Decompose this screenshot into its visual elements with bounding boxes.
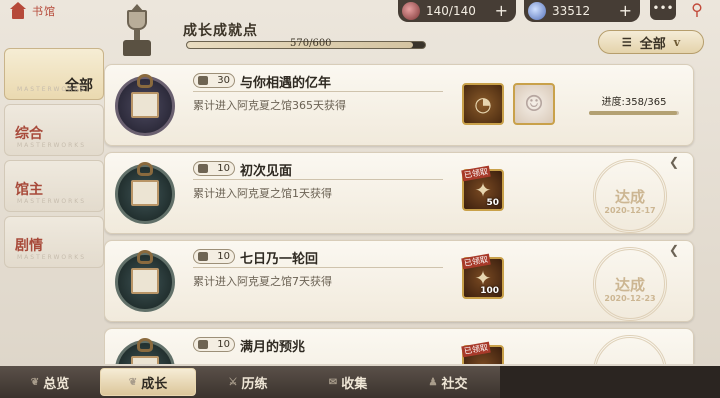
stamina-value: 140/140	[426, 4, 476, 18]
reward-item[interactable]: ◔	[462, 83, 504, 125]
home-label: 书馆	[32, 5, 56, 18]
sidebar-item-label: 馆主	[15, 182, 43, 198]
completed-stamp	[593, 335, 667, 364]
envelope-icon: ✉	[328, 376, 338, 388]
achievement-points: 10	[193, 161, 235, 176]
achievement-description: 累计进入阿克夏之馆7天获得	[193, 275, 332, 288]
achievement-medal-icon	[109, 70, 181, 142]
achievement-description: 累计进入阿克夏之馆365天获得	[193, 99, 346, 112]
progress-bar	[589, 111, 679, 115]
points-icon	[198, 340, 208, 349]
achievement-points: 30	[193, 73, 235, 88]
chat-icon[interactable]: •••	[650, 0, 676, 20]
share-icon[interactable]: ❮	[669, 243, 679, 257]
achievement-card[interactable]: 30 与你相遇的亿年 累计进入阿克夏之馆365天获得 ◔ ☺ 进度:358/36…	[104, 64, 694, 146]
filter-label: 全部	[639, 36, 666, 52]
compass-icon: ◔	[474, 92, 492, 116]
tab-label: 成长	[141, 376, 168, 392]
sidebar-watermark: MASTERWORKS	[17, 142, 87, 149]
completed-stamp: 达成 2020-12-23	[593, 247, 667, 321]
reward-item[interactable]: ✦ 已领取 100	[461, 253, 504, 299]
achievement-medal-icon	[109, 334, 181, 364]
growth-points: 570/600	[290, 38, 332, 49]
sidebar-watermark: MASTERWORKS	[17, 198, 87, 205]
achievement-title: 满月的预兆	[240, 340, 306, 355]
sidebar-watermark: MASTERWORKS	[17, 86, 87, 93]
trophy-icon	[117, 4, 157, 58]
achievement-card[interactable]: 10 初次见面 累计进入阿克夏之馆1天获得 ✦ 已领取 50 达成 2020-1…	[104, 152, 694, 234]
points-icon	[198, 76, 208, 85]
social-icon: ♟	[428, 376, 438, 388]
stamina-counter: 140/140 +	[398, 0, 516, 22]
tab-growth[interactable]: ❦ 成长	[100, 368, 196, 396]
reward-quantity: 100	[480, 286, 499, 296]
achievement-title: 七日乃一轮回	[240, 252, 319, 267]
stamina-icon	[402, 2, 420, 20]
sidebar-item-all[interactable]: 全部 MASTERWORKS	[4, 48, 104, 100]
tab-experience[interactable]: ⚔ 历练	[200, 368, 296, 396]
achievement-progress: 进度:358/365	[589, 93, 679, 115]
home-icon	[8, 2, 28, 20]
sword-icon: ⚔	[228, 376, 238, 388]
gem-value: 33512	[552, 4, 591, 18]
bottom-nav-filler	[500, 366, 720, 398]
sidebar-item-label: 剧情	[15, 238, 43, 254]
stamp-title: 达成	[614, 188, 645, 206]
growth-title: 成长成就点	[183, 23, 258, 39]
sidebar-item-story[interactable]: 剧情 MASTERWORKS	[4, 216, 104, 268]
achievement-medal-icon	[109, 158, 181, 230]
achievement-title: 与你相遇的亿年	[240, 76, 332, 91]
tab-label: 总览	[43, 376, 70, 392]
divider	[193, 267, 443, 268]
points-icon	[198, 252, 208, 261]
progress-label: 进度:358/365	[601, 97, 667, 108]
sidebar-watermark: MASTERWORKS	[17, 254, 87, 261]
achievement-points: 10	[193, 249, 235, 264]
achievement-points: 10	[193, 337, 235, 352]
achievement-card[interactable]: 10 七日乃一轮回 累计进入阿克夏之馆7天获得 ✦ 已领取 100 达成 202…	[104, 240, 694, 322]
top-bar: 书馆 成长成就点 570/600 140/140 + 33512 + ••• ⚲…	[0, 0, 720, 60]
reward-quantity: 50	[486, 198, 499, 208]
tab-label: 社交	[441, 376, 468, 392]
completed-stamp: 达成 2020-12-17	[593, 159, 667, 233]
reward-item[interactable]: ✦ 已领取 50	[461, 165, 504, 211]
points-icon	[198, 164, 208, 173]
add-stamina-button[interactable]: +	[495, 1, 508, 20]
stamp-date: 2020-12-17	[604, 206, 656, 215]
tab-collection[interactable]: ✉ 收集	[300, 368, 396, 396]
tab-social[interactable]: ♟ 社交	[400, 368, 496, 396]
claimed-badge: 已领取	[461, 341, 491, 358]
sidebar-item-general[interactable]: 综合 MASTERWORKS	[4, 104, 104, 156]
divider	[193, 91, 443, 92]
achievement-description: 累计进入阿克夏之馆1天获得	[193, 187, 332, 200]
stamp-title: 达成	[614, 276, 645, 294]
reward-item[interactable]: 已领取	[461, 341, 504, 364]
achievement-card[interactable]: 10 满月的预兆 已领取	[104, 328, 694, 364]
achievement-title: 初次见面	[240, 164, 293, 179]
achievement-list[interactable]: 30 与你相遇的亿年 累计进入阿克夏之馆365天获得 ◔ ☺ 进度:358/36…	[104, 62, 696, 364]
sidebar-item-label: 综合	[15, 126, 43, 142]
add-gem-button[interactable]: +	[619, 1, 632, 20]
sidebar-item-curator[interactable]: 馆主 MASTERWORKS	[4, 160, 104, 212]
character-portrait-icon: ☺	[524, 91, 544, 117]
overview-icon: ❦	[30, 376, 40, 388]
stamp-date: 2020-12-23	[604, 294, 656, 303]
bottom-nav: ❦ 总览 ❦ 成长 ⚔ 历练 ✉ 收集 ♟ 社交	[0, 366, 720, 398]
location-icon[interactable]: ⚲	[686, 0, 708, 22]
tab-overview[interactable]: ❦ 总览	[2, 368, 98, 396]
share-icon[interactable]: ❮	[669, 155, 679, 169]
gem-icon	[528, 2, 546, 20]
divider	[193, 179, 443, 180]
chevron-down-icon: v	[673, 35, 681, 49]
progress-fill	[589, 111, 678, 115]
filter-icon: ☰	[621, 35, 632, 49]
growth-icon: ❦	[128, 376, 138, 388]
tab-label: 历练	[241, 376, 268, 392]
gem-counter: 33512 +	[524, 0, 640, 22]
filter-dropdown[interactable]: ☰ 全部 v	[598, 30, 704, 54]
tab-label: 收集	[341, 376, 368, 392]
achievement-medal-icon	[109, 246, 181, 318]
reward-item[interactable]: ☺	[513, 83, 555, 125]
home-button[interactable]: 书馆	[8, 2, 56, 20]
